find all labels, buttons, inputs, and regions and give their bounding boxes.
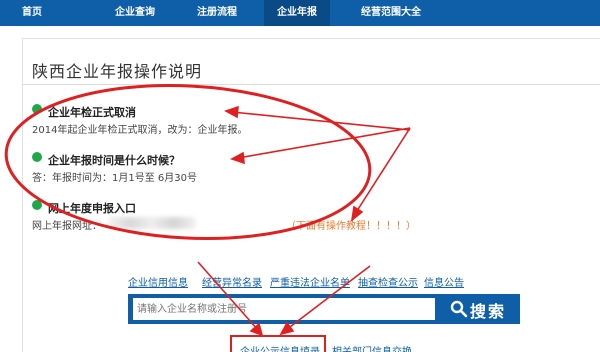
bullet-dot-icon: [32, 152, 42, 162]
link-announcements[interactable]: 信息公告: [424, 274, 464, 289]
bullet-dot-icon: [32, 104, 42, 114]
link-abnormal-list[interactable]: 经营异常名录: [202, 274, 262, 289]
item-heading: 企业年检正式取消: [48, 106, 136, 119]
tutorial-note: （下面有操作教程！！！！）: [286, 221, 416, 232]
nav-item-annual-report[interactable]: 企业年报: [264, 0, 330, 26]
link-inspection[interactable]: 抽查检查公示: [358, 274, 418, 289]
nav-item-home[interactable]: 首页: [0, 0, 64, 26]
nav-item-business-scope[interactable]: 经营范围大全: [336, 0, 446, 26]
link-credit-info[interactable]: 企业信用信息: [128, 274, 188, 289]
nav-item-company-search[interactable]: 企业查询: [96, 0, 174, 26]
page-title: 陕西企业年报操作说明: [32, 62, 203, 81]
top-navigation: 首页 企业查询 注册流程 企业年报 经营范围大全: [0, 0, 600, 26]
search-icon: [450, 300, 468, 318]
item-heading: 企业年报时间是什么时候？: [48, 154, 180, 167]
search-button-label: 搜索: [470, 302, 507, 321]
item-text: 网上年报网址：: [32, 221, 102, 232]
title-divider: [22, 84, 600, 85]
annotation-highlight-box: [230, 335, 326, 352]
link-department-exchange[interactable]: 相关部门信息交换: [332, 343, 412, 352]
item-text: 2014年起企业年检正式取消，改为：企业年报。: [32, 125, 248, 136]
search-button[interactable]: 搜索: [440, 294, 520, 324]
blurred-url[interactable]: [108, 217, 196, 229]
bullet-dot-icon: [32, 200, 42, 210]
item-text: 答：年报时间为：1月1号至 6月30号: [32, 173, 197, 184]
nav-item-registration-process[interactable]: 注册流程: [178, 0, 256, 26]
link-illegal-list[interactable]: 严重违法企业名单: [270, 274, 350, 289]
search-input[interactable]: [133, 298, 435, 320]
item-heading: 网上年度申报入口: [48, 202, 136, 215]
